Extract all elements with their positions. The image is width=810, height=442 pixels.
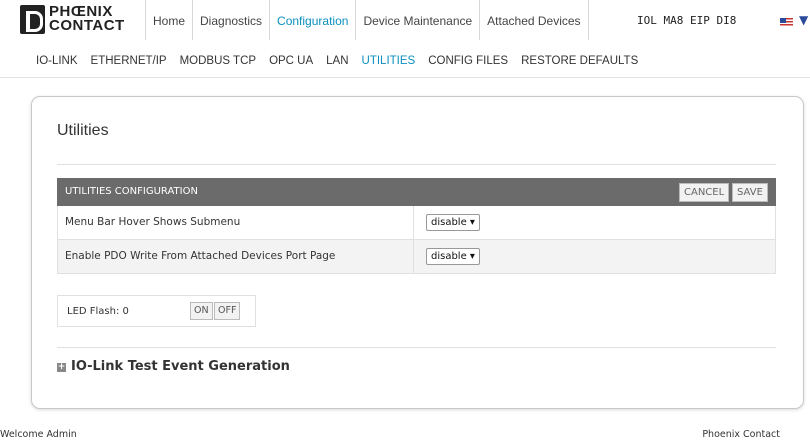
table-header-label: UTILITIES CONFIGURATION xyxy=(65,186,198,197)
sub-navigation: IO-LINK ETHERNET/IP MODBUS TCP OPC UA LA… xyxy=(0,54,810,78)
top-navigation: PHŒNIX CONTACT Home Diagnostics Configur… xyxy=(0,0,810,40)
led-flash-box: LED Flash: 0 ON OFF xyxy=(57,295,256,327)
divider xyxy=(57,164,776,165)
subtab-io-link[interactable]: IO-LINK xyxy=(36,54,78,77)
logo-mark-icon xyxy=(20,5,45,34)
setting-label: Menu Bar Hover Shows Submenu xyxy=(65,216,241,228)
tab-diagnostics[interactable]: Diagnostics xyxy=(192,0,269,40)
tab-home[interactable]: Home xyxy=(145,0,192,40)
page-title: Utilities xyxy=(57,122,109,139)
us-flag-icon[interactable] xyxy=(780,18,793,27)
tab-configuration[interactable]: Configuration xyxy=(269,0,355,40)
setting-label: Enable PDO Write From Attached Devices P… xyxy=(65,250,336,262)
subtab-lan[interactable]: LAN xyxy=(326,54,348,77)
utilities-panel: Utilities UTILITIES CONFIGURATION CANCEL… xyxy=(31,96,804,409)
table-row: Menu Bar Hover Shows Submenu disable ▾ xyxy=(57,206,776,240)
device-name: IOL MA8 EIP DI8 xyxy=(637,14,737,27)
logo-text-line2: CONTACT xyxy=(49,17,125,34)
subtab-utilities[interactable]: UTILITIES xyxy=(362,54,416,77)
expand-plus-icon: + xyxy=(57,362,66,372)
subtab-opc-ua[interactable]: OPC UA xyxy=(269,54,313,77)
save-button[interactable]: SAVE xyxy=(732,183,768,202)
divider xyxy=(57,347,776,348)
subtab-config-files[interactable]: CONFIG FILES xyxy=(428,54,508,77)
welcome-text: Welcome Admin xyxy=(0,429,77,440)
table-header: UTILITIES CONFIGURATION CANCEL SAVE xyxy=(57,178,776,206)
subtab-ethernet-ip[interactable]: ETHERNET/IP xyxy=(91,54,167,77)
main-tabs: Home Diagnostics Configuration Device Ma… xyxy=(145,0,589,40)
subtab-restore-defaults[interactable]: RESTORE DEFAULTS xyxy=(521,54,638,77)
utilities-config-table: UTILITIES CONFIGURATION CANCEL SAVE Menu… xyxy=(57,178,776,274)
phoenix-contact-logo: PHŒNIX CONTACT xyxy=(20,4,136,34)
led-flash-label: LED Flash: 0 xyxy=(67,306,129,317)
subtab-modbus-tcp[interactable]: MODBUS TCP xyxy=(180,54,256,77)
tab-device-maintenance[interactable]: Device Maintenance xyxy=(355,0,479,40)
menu-bar-hover-select[interactable]: disable ▾ xyxy=(426,214,480,231)
led-on-button[interactable]: ON xyxy=(190,302,213,320)
cancel-button[interactable]: CANCEL xyxy=(679,183,730,202)
footer-brand: Phoenix Contact xyxy=(702,429,780,440)
led-off-button[interactable]: OFF xyxy=(214,302,241,320)
table-row: Enable PDO Write From Attached Devices P… xyxy=(57,240,776,274)
iolink-section-label: IO-Link Test Event Generation xyxy=(71,359,290,374)
tab-attached-devices[interactable]: Attached Devices xyxy=(479,0,589,40)
language-chevron-down-icon[interactable]: ▼ xyxy=(799,13,808,27)
enable-pdo-write-select[interactable]: disable ▾ xyxy=(426,248,480,265)
iolink-test-event-toggle[interactable]: + IO-Link Test Event Generation xyxy=(57,359,290,374)
footer: Welcome Admin Phoenix Contact xyxy=(0,420,810,442)
